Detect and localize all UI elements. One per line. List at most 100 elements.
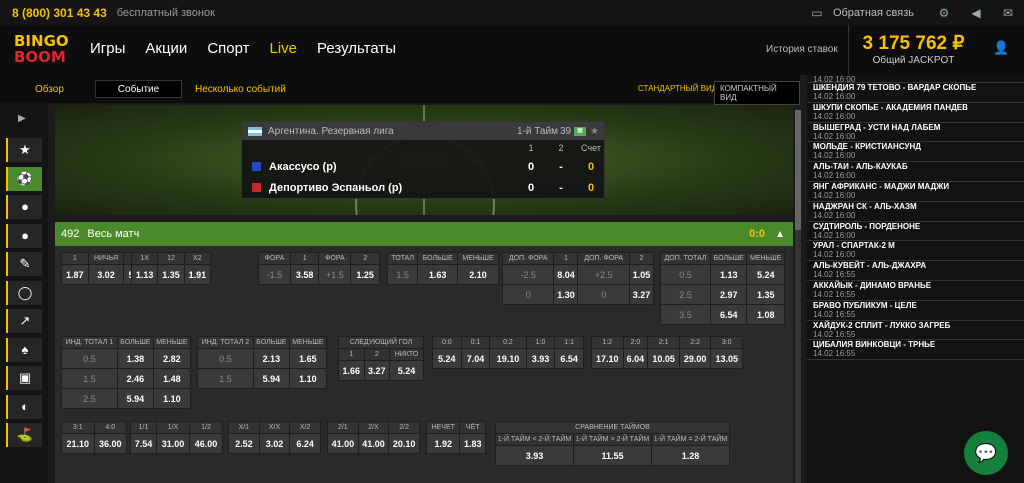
odds-cell[interactable]: 1.05 [628,264,655,285]
odds-cell[interactable]: 6.04 [622,348,649,369]
odds-cell[interactable]: 1.30 [553,284,579,305]
odds-cell[interactable]: 11.55 [573,445,652,466]
odds-cell[interactable]: 3.02 [258,433,291,454]
nav-games[interactable]: Игры [90,40,125,57]
odds-cell[interactable]: 1.35 [157,264,185,285]
event-list-item[interactable]: ШКУПИ СКОПЬЕ - АКАДЕМИЯ ПАНДЕВ 14.02 16:0… [807,103,1024,123]
gear-icon[interactable]: ⚙ [937,6,951,20]
odds-cell[interactable]: 1.91 [183,264,212,285]
favorite-star-icon[interactable]: ★ [590,126,599,137]
odds-cell[interactable]: 19.10 [489,348,527,369]
event-list-item[interactable]: АЛЬ-КУВЕЙТ - АЛЬ-ДЖАХРА 14.02 16:55 [807,261,1024,281]
sidebar-basketball-icon[interactable]: ● [6,195,42,219]
event-list-item[interactable]: ШКЕНДИЯ 79 ТЕТОВО - ВАРДАР СКОПЬЕ 14.02 1… [807,83,1024,103]
odds-cell[interactable]: 1.38 [116,348,154,369]
odds-cell[interactable]: 5.24 [389,360,424,381]
compact-view-toggle[interactable]: КОМПАКТНЫЙ ВИД [714,81,800,105]
feedback-link[interactable]: Обратная связь [833,7,914,19]
odds-cell[interactable]: 20.10 [388,433,420,454]
odds-cell[interactable]: 6.54 [710,304,748,325]
event-list-item[interactable]: ЯНГ АФРИКАНС - МАДЖИ МАДЖИ 14.02 16:00 [807,182,1024,202]
sidebar-hockey-icon[interactable]: ✎ [6,252,42,276]
sidebar-table-tennis-icon[interactable]: ♠ [6,337,42,362]
odds-cell[interactable]: 1.08 [746,304,785,325]
event-list-item[interactable]: БРАВО ПУБЛИКУМ - ЦЕЛЕ 14.02 16:55 [807,301,1024,321]
odds-cell[interactable]: 5.94 [252,368,290,389]
odds-cell[interactable]: 1.25 [350,264,380,285]
odds-cell[interactable]: 1.87 [61,264,89,285]
odds-cell[interactable]: 2.82 [152,348,192,369]
odds-cell[interactable]: 2.46 [116,368,154,389]
odds-cell[interactable]: 5.94 [116,388,154,409]
sidebar-golf-icon[interactable]: ⛳ [6,423,42,447]
collapse-chevron-icon[interactable]: ▲ [775,229,785,240]
tab-event[interactable]: Событие [95,80,182,98]
odds-cell[interactable]: 6.54 [554,348,584,369]
odds-cell[interactable]: 1.10 [288,368,328,389]
scrollbar[interactable] [795,110,801,483]
odds-cell[interactable]: 31.00 [155,433,190,454]
odds-cell[interactable]: 3.93 [495,445,574,466]
sound-icon[interactable]: ◀ [969,6,983,20]
event-list-item[interactable]: СУДТИРОЛЬ - ПОРДЕНОНЕ 14.02 16:00 [807,222,1024,242]
odds-cell[interactable]: 7.04 [460,348,491,369]
sidebar-volleyball-icon[interactable]: ◯ [6,280,42,305]
odds-cell[interactable]: 1.65 [288,348,328,369]
odds-cell[interactable]: 2.10 [456,264,500,285]
tab-several[interactable]: Несколько событий [195,84,286,95]
nav-results[interactable]: Результаты [317,40,396,57]
odds-cell[interactable]: 1.92 [425,433,461,454]
odds-cell[interactable]: 5.24 [432,348,462,369]
event-list-item[interactable]: 14.02 16:00 [807,75,1024,84]
odds-cell[interactable]: 1.48 [152,368,192,389]
odds-cell[interactable]: 36.00 [93,433,127,454]
nav-sport[interactable]: Спорт [207,40,249,57]
odds-cell[interactable]: 1.66 [338,360,365,381]
odds-cell[interactable]: 7.54 [130,433,157,454]
odds-cell[interactable]: 1.13 [710,264,748,285]
odds-cell[interactable]: 13.05 [710,348,743,369]
phone-number[interactable]: 8 (800) 301 43 43 [12,6,107,20]
odds-cell[interactable]: 5.24 [746,264,785,285]
event-list-item[interactable]: НАДЖРАН СК - АЛЬ-ХАЗМ 14.02 16:00 [807,202,1024,222]
feedback-icon[interactable]: ▭ [810,6,824,20]
odds-cell[interactable]: 2.97 [710,284,748,305]
event-list-item[interactable]: УРАЛ - СПАРТАК-2 М 14.02 16:00 [807,241,1024,262]
bet-history-link[interactable]: История ставок [766,44,838,55]
odds-cell[interactable]: 6.24 [289,433,321,454]
chat-button[interactable]: 💬 [964,431,1008,475]
odds-cell[interactable]: 17.10 [591,348,624,369]
odds-cell[interactable]: 10.05 [647,348,680,369]
event-list-item[interactable]: ЦИБАЛИЯ ВИНКОВЦИ - ТРНЬЕ 14.02 16:55 [807,340,1024,361]
odds-cell[interactable]: 3.02 [87,264,125,285]
sidebar-star-icon[interactable]: ★ [6,138,42,162]
sidebar-esports-icon[interactable]: ▣ [6,366,42,390]
odds-cell[interactable]: 8.04 [553,264,579,285]
odds-cell[interactable]: 1.63 [417,264,458,285]
odds-cell[interactable]: 3.58 [289,264,320,285]
odds-cell[interactable]: 3.93 [525,348,556,369]
odds-cell[interactable]: 1.10 [152,388,192,409]
nav-live[interactable]: Live [270,40,298,57]
sidebar-tennis-icon[interactable]: ● [6,223,42,248]
event-list-item[interactable]: ХАЙДУК-2 СПЛИТ - ЛУККО ЗАГРЕБ 14.02 16:55 [807,321,1024,341]
user-icon[interactable]: 👤 [993,40,1009,55]
odds-cell[interactable]: 1.13 [130,264,159,285]
odds-cell[interactable]: 29.00 [678,348,712,369]
scrollbar-thumb[interactable] [795,110,801,230]
odds-cell[interactable]: 41.00 [357,433,390,454]
odds-cell[interactable]: 1.28 [651,445,730,466]
sidebar-beach-icon[interactable]: ◐ [6,394,42,419]
odds-cell[interactable]: 41.00 [327,433,359,454]
odds-cell[interactable]: 3.27 [363,360,391,381]
event-list-item[interactable]: АЛЬ-ТАИ - АЛЬ-КАУКАБ 14.02 16:00 [807,162,1024,182]
mail-icon[interactable]: ✉ [1001,6,1015,20]
odds-cell[interactable]: 1.35 [746,284,785,305]
logo[interactable]: BINGO BOOM [14,33,70,69]
odds-cell[interactable]: 2.13 [252,348,290,369]
odds-cell[interactable]: 46.00 [188,433,224,454]
tab-overview[interactable]: Обзор [35,84,64,95]
event-list-item[interactable]: АККАЙЫК - ДИНАМО ВРАНЬЕ 14.02 16:55 [807,281,1024,301]
standard-view-toggle[interactable]: СТАНДАРТНЫЙ ВИД [638,84,717,93]
sidebar-soccer-icon[interactable]: ⚽ [6,166,42,191]
